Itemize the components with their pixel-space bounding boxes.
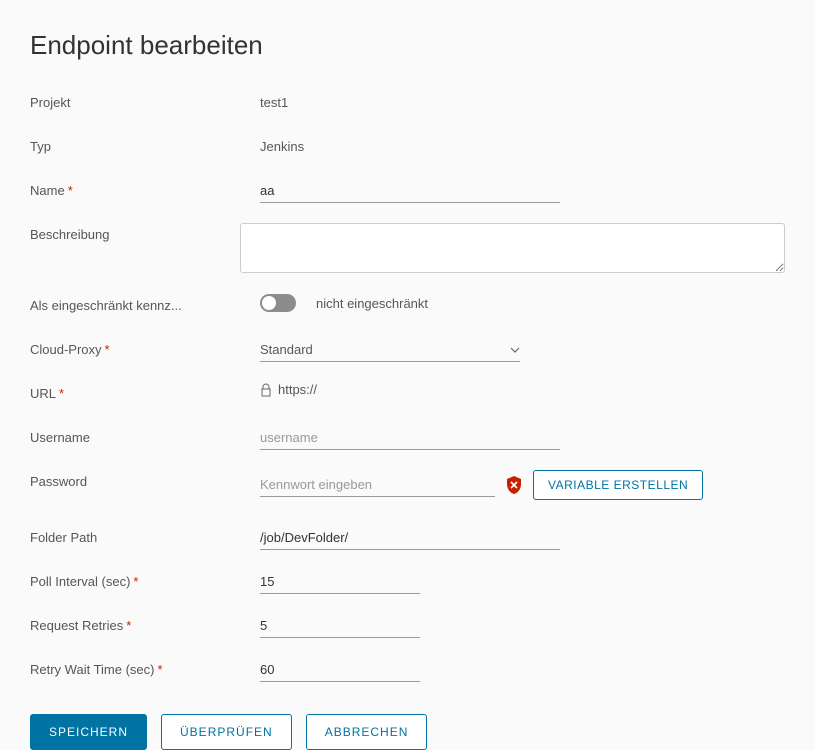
- label-description: Beschreibung: [30, 223, 240, 242]
- retrywait-input[interactable]: [260, 658, 420, 682]
- label-folderpath: Folder Path: [30, 526, 260, 545]
- chevron-down-icon: [510, 345, 520, 355]
- button-bar: SPEICHERN ÜBERPRÜFEN ABBRECHEN: [30, 714, 785, 750]
- folderpath-input[interactable]: [260, 526, 560, 550]
- row-type: Typ Jenkins: [30, 135, 785, 161]
- shield-error-icon: [505, 475, 523, 495]
- label-url: URL*: [30, 382, 260, 401]
- row-name: Name*: [30, 179, 785, 205]
- label-restricted: Als eingeschränkt kennz...: [30, 294, 260, 313]
- create-variable-button[interactable]: VARIABLE ERSTELLEN: [533, 470, 703, 500]
- row-retries: Request Retries*: [30, 614, 785, 640]
- validate-button[interactable]: ÜBERPRÜFEN: [161, 714, 292, 750]
- row-description: Beschreibung: [30, 223, 785, 276]
- label-project: Projekt: [30, 91, 260, 110]
- required-indicator: *: [157, 662, 162, 677]
- save-button[interactable]: SPEICHERN: [30, 714, 147, 750]
- username-input[interactable]: [260, 426, 560, 450]
- label-type: Typ: [30, 135, 260, 154]
- row-retrywait: Retry Wait Time (sec)*: [30, 658, 785, 684]
- page-title: Endpoint bearbeiten: [30, 30, 785, 61]
- label-retrywait: Retry Wait Time (sec)*: [30, 658, 260, 677]
- description-textarea[interactable]: [240, 223, 785, 273]
- row-url: URL* https://: [30, 382, 785, 408]
- label-pollinterval: Poll Interval (sec)*: [30, 570, 260, 589]
- restricted-status: nicht eingeschränkt: [316, 296, 428, 311]
- row-cloudproxy: Cloud-Proxy* Standard: [30, 338, 785, 364]
- row-restricted: Als eingeschränkt kennz... nicht eingesc…: [30, 294, 785, 320]
- label-cloudproxy: Cloud-Proxy*: [30, 338, 260, 357]
- pollinterval-input[interactable]: [260, 570, 420, 594]
- cancel-button[interactable]: ABBRECHEN: [306, 714, 428, 750]
- required-indicator: *: [105, 342, 110, 357]
- label-password: Password: [30, 470, 260, 489]
- label-name: Name*: [30, 179, 260, 198]
- row-pollinterval: Poll Interval (sec)*: [30, 570, 785, 596]
- required-indicator: *: [126, 618, 131, 633]
- required-indicator: *: [59, 386, 64, 401]
- label-username: Username: [30, 426, 260, 445]
- required-indicator: *: [133, 574, 138, 589]
- retries-input[interactable]: [260, 614, 420, 638]
- row-folderpath: Folder Path: [30, 526, 785, 552]
- cloudproxy-select[interactable]: Standard: [260, 338, 520, 362]
- value-type: Jenkins: [260, 135, 785, 154]
- row-project: Projekt test1: [30, 91, 785, 117]
- toggle-knob: [262, 296, 276, 310]
- password-input[interactable]: [260, 477, 495, 492]
- lock-icon: [260, 383, 272, 397]
- name-input[interactable]: [260, 179, 560, 203]
- label-retries: Request Retries*: [30, 614, 260, 633]
- cloudproxy-value: Standard: [260, 342, 313, 357]
- row-password: Password VARIABLE ERSTELLEN: [30, 470, 785, 500]
- restricted-toggle[interactable]: [260, 294, 296, 312]
- required-indicator: *: [68, 183, 73, 198]
- value-project: test1: [260, 91, 785, 110]
- row-username: Username: [30, 426, 785, 452]
- url-prefix: https://: [278, 382, 317, 397]
